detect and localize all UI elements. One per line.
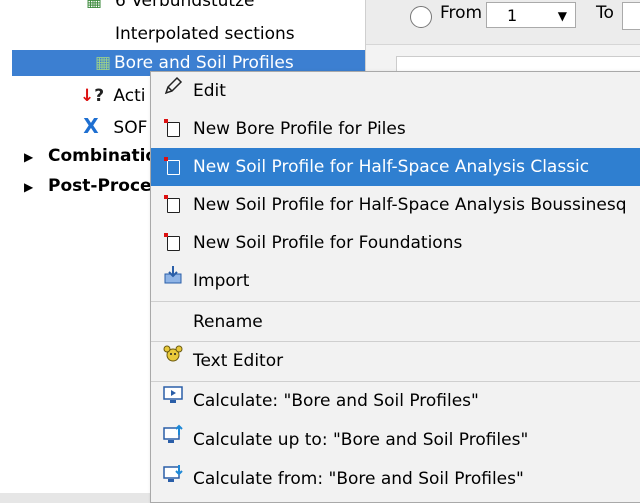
tree-item-post-processing[interactable]: Post-Proces <box>48 173 162 199</box>
question-icon: ↓? <box>80 86 105 106</box>
teddy-icon <box>161 342 185 380</box>
menu-item-new-soil-profile-half-space-classic[interactable]: New Soil Profile for Half-Space Analysis… <box>151 148 640 186</box>
menu-item-label: Import <box>193 271 250 291</box>
menu-item-label: Calculate from: "Bore and Soil Profiles" <box>193 469 524 489</box>
menu-item-edit[interactable]: Edit <box>151 72 640 110</box>
new-doc-icon <box>161 186 185 224</box>
menu-item-calculate[interactable]: Calculate: "Bore and Soil Profiles" <box>151 382 640 420</box>
menu-item-calculate-up-to[interactable]: Calculate up to: "Bore and Soil Profiles… <box>151 421 640 459</box>
menu-item-label: Text Editor <box>193 351 284 371</box>
tree-item-sofistik[interactable]: X SOF <box>80 113 147 139</box>
context-menu: Edit New Bore Profile for Piles New Soil… <box>150 71 640 503</box>
range-toolbar: From 1 ▼ To <box>366 0 640 45</box>
tree-item-verbundstuetze[interactable]: ▦ 6 Verbundstütze <box>86 0 255 14</box>
tree-item-label: SOF <box>113 118 148 138</box>
menu-item-label: Calculate up to: "Bore and Soil Profiles… <box>193 430 529 450</box>
new-doc-icon <box>161 148 185 186</box>
expand-combinations-icon[interactable]: ▶ <box>24 150 33 164</box>
menu-item-label: New Bore Profile for Piles <box>193 119 406 139</box>
x-icon: X <box>83 114 99 138</box>
tree-item-interpolated-sections[interactable]: Interpolated sections <box>115 21 295 47</box>
calculate-up-icon <box>161 421 185 459</box>
pencil-icon <box>161 72 185 110</box>
tree-item-actions[interactable]: ↓? Acti <box>80 83 145 109</box>
new-doc-icon <box>161 224 185 262</box>
tree-item-combinations[interactable]: Combinatio <box>48 143 157 169</box>
menu-item-new-soil-profile-foundations[interactable]: New Soil Profile for Foundations <box>151 224 640 262</box>
menu-item-calculate-from[interactable]: Calculate from: "Bore and Soil Profiles" <box>151 460 640 498</box>
tree-item-label: Interpolated sections <box>115 24 295 44</box>
menu-separator <box>151 301 640 302</box>
menu-item-label: New Soil Profile for Foundations <box>193 233 463 253</box>
from-label: From <box>440 3 483 23</box>
chevron-down-icon: ▼ <box>557 9 567 23</box>
menu-item-rename[interactable]: Rename <box>151 303 640 341</box>
from-radio[interactable] <box>410 6 432 28</box>
expand-postprocessing-icon[interactable]: ▶ <box>24 180 33 194</box>
menu-item-text-editor[interactable]: Text Editor <box>151 342 640 380</box>
tree-item-label: Acti <box>113 86 146 106</box>
to-combo[interactable] <box>622 2 640 30</box>
new-doc-icon <box>161 110 185 148</box>
menu-item-import[interactable]: Import <box>151 262 640 300</box>
grid-icon: ▦ <box>85 0 103 11</box>
to-label: To <box>596 3 614 23</box>
menu-item-label: Edit <box>193 81 226 101</box>
menu-item-label: Rename <box>193 312 263 332</box>
import-icon <box>161 262 185 300</box>
from-combo[interactable]: 1 ▼ <box>486 2 576 28</box>
tree-item-label: 6 Verbundstütze <box>115 0 255 11</box>
tree-item-label: Post-Proces <box>48 176 162 196</box>
calculate-from-icon <box>161 460 185 498</box>
menu-item-label: New Soil Profile for Half-Space Analysis… <box>193 157 590 177</box>
calculate-icon <box>161 382 185 420</box>
bore-profile-icon: ▦ <box>94 53 112 73</box>
menu-item-label: New Soil Profile for Half-Space Analysis… <box>193 195 627 215</box>
menu-item-new-soil-profile-half-space-boussinesq[interactable]: New Soil Profile for Half-Space Analysis… <box>151 186 640 224</box>
menu-item-new-bore-profile-piles[interactable]: New Bore Profile for Piles <box>151 110 640 148</box>
menu-item-label: Calculate: "Bore and Soil Profiles" <box>193 391 479 411</box>
tree-item-label: Combinatio <box>48 146 158 166</box>
from-value: 1 <box>507 6 518 25</box>
